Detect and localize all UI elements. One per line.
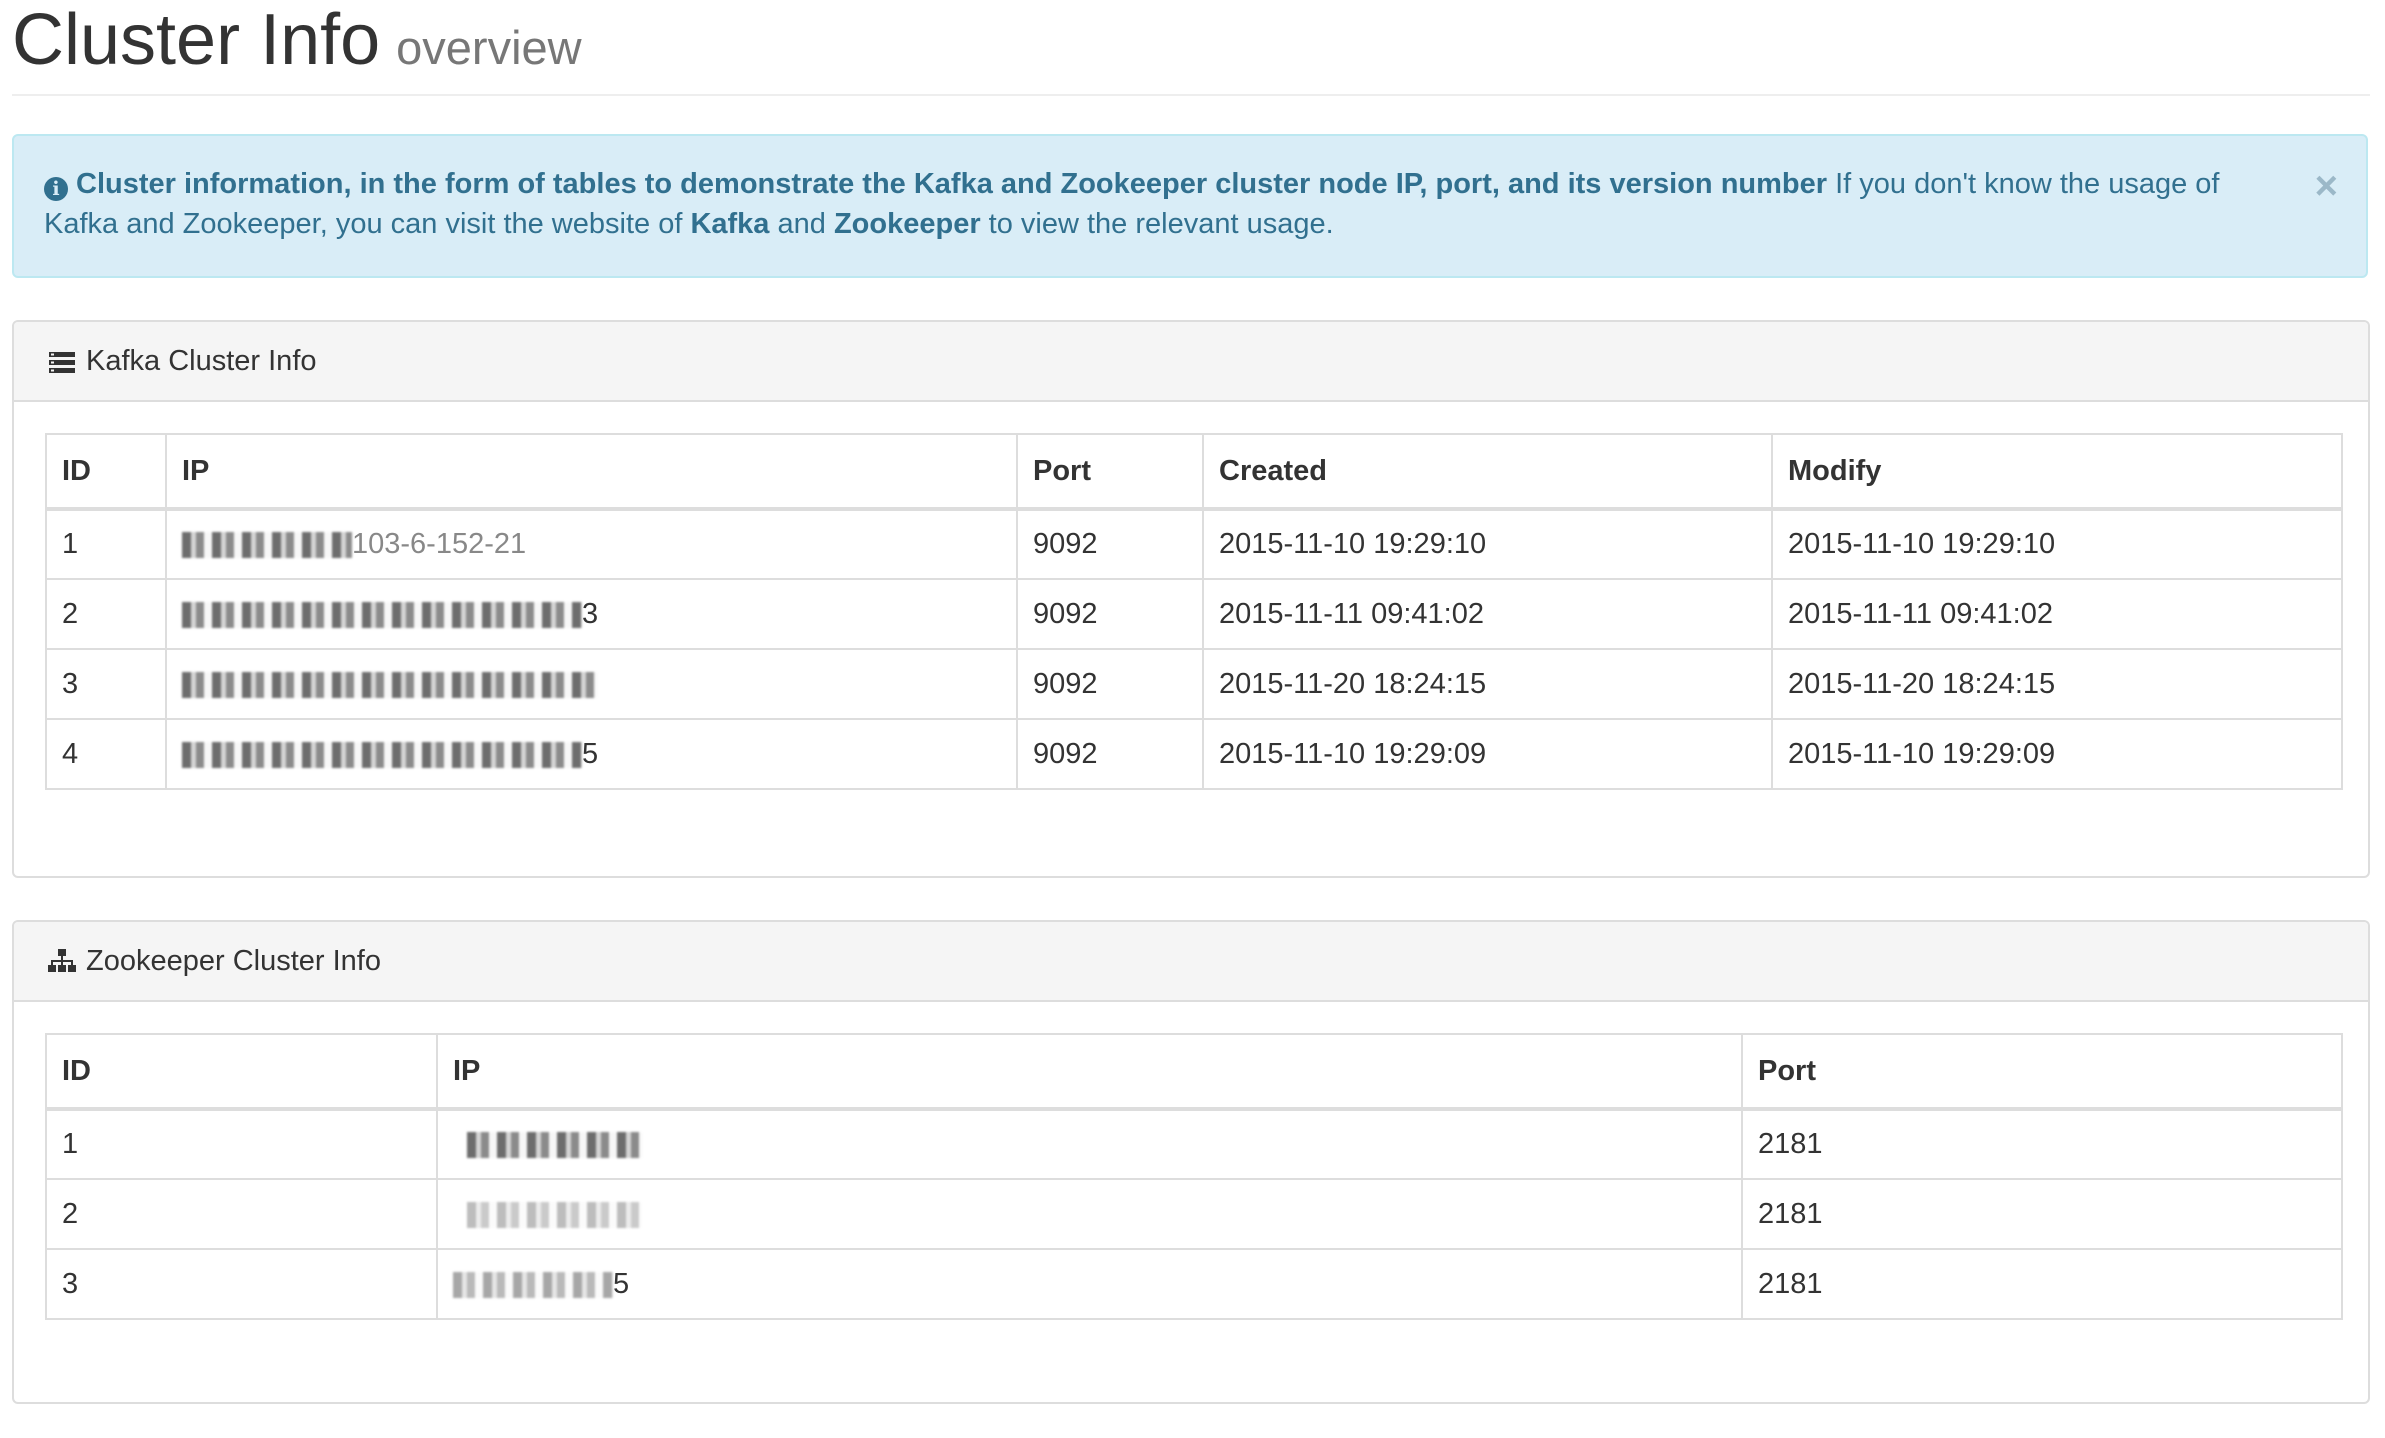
page-title: Cluster Info overview <box>12 2 582 86</box>
table-row: 3 5 2181 <box>45 1248 2343 1320</box>
column-header-port: Port <box>1741 1033 2343 1111</box>
table-row: 2 2181 <box>45 1178 2343 1250</box>
zookeeper-link[interactable]: Zookeeper <box>834 208 981 240</box>
alert-text-2: and <box>769 208 834 240</box>
cell-ip: 5 <box>165 718 1018 790</box>
cell-port: 2181 <box>1741 1108 2343 1180</box>
table-row: 4 5 9092 2015-11-10 19:29:09 2015-11-10 … <box>45 718 2343 790</box>
cell-ip <box>165 648 1018 720</box>
info-circle-icon: i <box>44 177 68 201</box>
redacted-ip <box>467 1201 642 1228</box>
cell-ip: 5 <box>436 1248 1743 1320</box>
redacted-ip <box>182 532 352 559</box>
column-header-id: ID <box>45 433 167 511</box>
redacted-ip <box>182 601 582 628</box>
cell-created: 2015-11-10 19:29:10 <box>1202 508 1773 580</box>
redacted-ip <box>182 671 597 698</box>
alert-bold-text: Cluster information, in the form of tabl… <box>76 168 1828 200</box>
page-subtitle: overview <box>396 21 582 74</box>
cell-modify: 2015-11-10 19:29:10 <box>1771 508 2343 580</box>
kafka-table: ID IP Port Created Modify 1 103-6-152-21… <box>45 433 2343 790</box>
page: Cluster Info overview i Cluster informatio… <box>0 0 2385 1438</box>
cell-port: 9092 <box>1016 718 1204 790</box>
cell-modify: 2015-11-10 19:29:09 <box>1771 718 2343 790</box>
kafka-panel: Kafka Cluster Info ID IP Port Created Mo… <box>12 320 2370 878</box>
ip-visible-part: 103-6-152-21 <box>352 528 527 560</box>
cell-ip <box>436 1178 1743 1250</box>
page-header: Cluster Info overview <box>12 0 2370 96</box>
alert-text-3: to view the relevant usage. <box>980 208 1334 240</box>
zookeeper-panel-heading: Zookeeper Cluster Info <box>14 922 2368 1002</box>
cell-id: 3 <box>45 1248 438 1320</box>
zookeeper-table: ID IP Port 1 2181 2 2181 3 5 2181 <box>45 1033 2343 1320</box>
cell-created: 2015-11-11 09:41:02 <box>1202 578 1773 650</box>
column-header-ip: IP <box>165 433 1018 511</box>
cell-port: 9092 <box>1016 578 1204 650</box>
cell-port: 9092 <box>1016 648 1204 720</box>
page-title-text: Cluster Info <box>12 0 381 80</box>
cell-id: 4 <box>45 718 167 790</box>
cell-id: 1 <box>45 508 167 580</box>
cell-id: 2 <box>45 1178 438 1250</box>
column-header-ip: IP <box>436 1033 1743 1111</box>
close-icon[interactable]: × <box>2315 166 2338 206</box>
cell-ip <box>436 1108 1743 1180</box>
table-row: 1 2181 <box>45 1108 2343 1180</box>
kafka-link[interactable]: Kafka <box>690 208 769 240</box>
zookeeper-panel-title: Zookeeper Cluster Info <box>86 945 381 977</box>
cell-ip: 3 <box>165 578 1018 650</box>
server-stack-icon <box>48 326 76 404</box>
cell-port: 2181 <box>1741 1178 2343 1250</box>
column-header-id: ID <box>45 1033 438 1111</box>
redacted-ip <box>453 1271 613 1298</box>
column-header-created: Created <box>1202 433 1773 511</box>
redacted-ip <box>182 741 582 768</box>
kafka-table-header-row: ID IP Port Created Modify <box>45 433 2343 511</box>
cell-id: 3 <box>45 648 167 720</box>
table-row: 3 9092 2015-11-20 18:24:15 2015-11-20 18… <box>45 648 2343 720</box>
zookeeper-table-header-row: ID IP Port <box>45 1033 2343 1111</box>
column-header-modify: Modify <box>1771 433 2343 511</box>
cell-port: 9092 <box>1016 508 1204 580</box>
table-row: 2 3 9092 2015-11-11 09:41:02 2015-11-11 … <box>45 578 2343 650</box>
column-header-port: Port <box>1016 433 1204 511</box>
redacted-ip <box>467 1132 642 1159</box>
cell-id: 2 <box>45 578 167 650</box>
kafka-panel-heading: Kafka Cluster Info <box>14 322 2368 402</box>
cell-ip: 103-6-152-21 <box>165 508 1018 580</box>
ip-visible-part: 5 <box>582 737 599 770</box>
ip-visible-part: 5 <box>613 1267 630 1300</box>
cell-modify: 2015-11-11 09:41:02 <box>1771 578 2343 650</box>
ip-visible-part: 3 <box>582 597 599 630</box>
cell-created: 2015-11-10 19:29:09 <box>1202 718 1773 790</box>
info-alert: i Cluster information, in the form of tab… <box>12 134 2368 278</box>
table-row: 1 103-6-152-21 9092 2015-11-10 19:29:10 … <box>45 508 2343 580</box>
sitemap-icon <box>48 926 76 1004</box>
zookeeper-panel: Zookeeper Cluster Info ID IP Port 1 2181… <box>12 920 2370 1404</box>
cell-port: 2181 <box>1741 1248 2343 1320</box>
cell-created: 2015-11-20 18:24:15 <box>1202 648 1773 720</box>
cell-id: 1 <box>45 1108 438 1180</box>
kafka-panel-title: Kafka Cluster Info <box>86 345 317 377</box>
cell-modify: 2015-11-20 18:24:15 <box>1771 648 2343 720</box>
